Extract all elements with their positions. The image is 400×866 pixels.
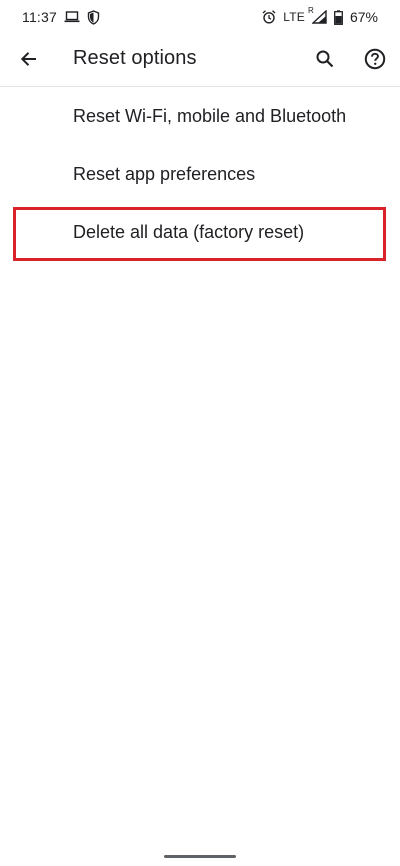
reset-network-option[interactable]: Reset Wi-Fi, mobile and Bluetooth <box>0 87 400 145</box>
search-button[interactable] <box>310 44 340 74</box>
reset-network-label: Reset Wi-Fi, mobile and Bluetooth <box>73 105 347 126</box>
help-button[interactable] <box>360 44 390 74</box>
page-title: Reset options <box>73 47 197 69</box>
app-bar: Reset options <box>0 34 400 86</box>
search-icon <box>315 49 335 69</box>
back-button[interactable] <box>14 44 44 74</box>
screen: 11:37 LTE R 67% Reset options Reset Wi-F… <box>0 0 400 866</box>
shield-icon <box>87 9 100 25</box>
signal-icon: R <box>308 6 327 25</box>
status-right: LTE R 67% <box>262 6 378 25</box>
status-time: 11:37 <box>22 9 57 25</box>
status-bar: 11:37 LTE R 67% <box>0 0 400 34</box>
alarm-icon <box>262 9 276 25</box>
reset-app-preferences-label: Reset app preferences <box>73 163 256 184</box>
network-type: LTE <box>283 10 305 24</box>
gesture-nav-handle[interactable] <box>164 855 236 858</box>
battery-percent: 67% <box>349 9 378 25</box>
arrow-back-icon <box>19 49 39 69</box>
reset-app-preferences-option[interactable]: Reset app preferences <box>0 145 400 203</box>
laptop-icon <box>64 9 80 25</box>
factory-reset-label: Delete all data (factory reset) <box>73 221 305 242</box>
factory-reset-option[interactable]: Delete all data (factory reset) <box>0 203 400 261</box>
reset-options-list: Reset Wi-Fi, mobile and Bluetooth Reset … <box>0 87 400 261</box>
help-circle-icon <box>364 48 386 70</box>
status-left: 11:37 <box>22 9 100 25</box>
battery-icon <box>334 9 343 25</box>
signal-roaming-label: R <box>307 6 314 15</box>
